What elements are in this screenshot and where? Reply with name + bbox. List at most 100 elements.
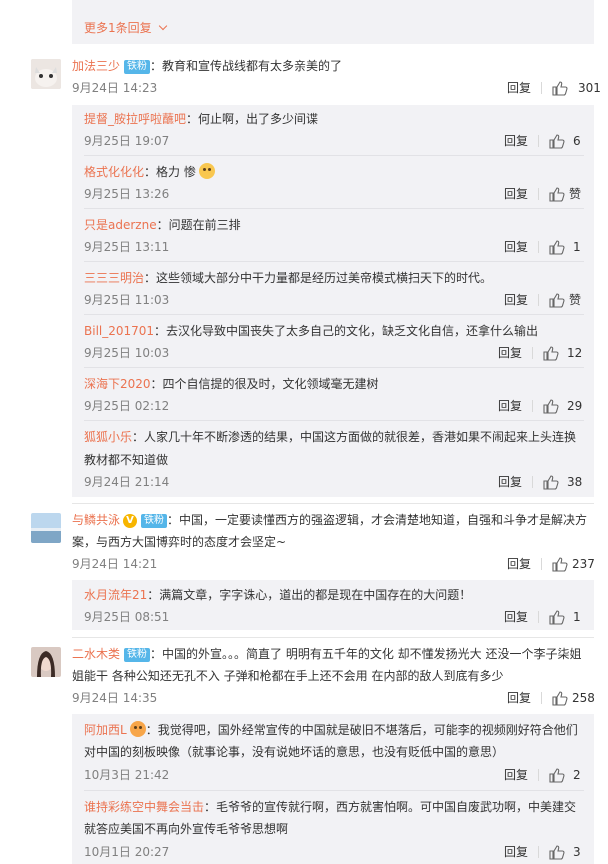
divider — [538, 294, 539, 306]
divider — [84, 155, 584, 156]
reply-line: 水月流年21：满篇文章，字字诛心，道出的都是现在中国存在的大问题！ — [84, 584, 471, 606]
fan-badge: 铁粉 — [124, 60, 151, 74]
divider — [84, 367, 584, 368]
reply-line: 阿加西L ：我觉得吧，国外经常宣传的中国就是破旧不堪落后，可能李的视频刚好符合他们 — [84, 719, 578, 741]
reply-text-continued: 教材都不知道做 — [84, 453, 169, 467]
reply-text: ：这些领域大部分中干力量都是经历过美帝模式横扫天下的时代。 — [144, 271, 493, 285]
divider — [541, 692, 542, 704]
username-link[interactable]: 狐狐小乐 — [84, 430, 132, 444]
reply-time: 9月25日 11:03 — [84, 293, 170, 307]
thumbs-up-icon — [549, 293, 565, 308]
thumbs-up-icon — [549, 768, 565, 783]
thumbs-up-icon — [552, 81, 568, 96]
like-button[interactable]: 1 — [549, 239, 583, 255]
username-link[interactable]: 阿加西L — [84, 723, 127, 737]
username-link[interactable]: 二水木类 — [72, 647, 120, 661]
like-button[interactable]: 301 — [552, 80, 601, 96]
blush-emoji-icon — [129, 721, 146, 737]
divider — [541, 82, 542, 94]
comment-text-continued: 姐能干 各种公知还无孔不入 子弹和枪都在手上还不会用 在内部的敌人到底有多少 — [72, 669, 504, 683]
like-button[interactable]: 258 — [552, 690, 596, 706]
username-link[interactable]: 三三三明治 — [84, 271, 144, 285]
like-button[interactable]: 3 — [549, 844, 583, 860]
divider — [72, 637, 594, 638]
username-link[interactable]: 提督_胺拉呼啦蘸吧 — [84, 112, 186, 126]
divider — [84, 790, 584, 791]
username-link[interactable]: 加法三少 — [72, 59, 120, 73]
like-button[interactable]: 赞 — [549, 186, 583, 202]
like-button[interactable]: 6 — [549, 133, 583, 149]
username-link[interactable]: Bill_201701 — [84, 324, 154, 338]
avatar[interactable] — [31, 513, 61, 543]
reply-button[interactable]: 回复 — [504, 844, 528, 860]
reply-button[interactable]: 回复 — [507, 80, 531, 96]
reply-button[interactable]: 回复 — [507, 690, 531, 706]
reply-text: ：我觉得吧，国外经常宣传的中国就是破旧不堪落后，可能李的视频刚好符合他们 — [145, 723, 578, 737]
comment-line: 加法三少 铁粉 ：教育和宣传战线都有太多亲美的了 — [72, 55, 342, 77]
avatar[interactable] — [31, 647, 61, 677]
divider — [84, 314, 584, 315]
divider — [541, 558, 542, 570]
reply-button[interactable]: 回复 — [498, 345, 522, 361]
like-button[interactable]: 1 — [549, 609, 583, 625]
comment-time: 9月24日 14:23 — [72, 81, 158, 95]
thumbs-up-icon — [549, 845, 565, 860]
reply-text-continued: 对中国的刻板映像（就事论事，没有说她坏话的意思，也没有贬低中国的意思） — [84, 745, 505, 759]
comment-time: 9月24日 14:35 — [72, 691, 158, 705]
reply-button[interactable]: 回复 — [504, 292, 528, 308]
username-link[interactable]: 水月流年21 — [84, 588, 147, 602]
thumbs-up-icon — [543, 475, 559, 490]
reply-button[interactable]: 回复 — [504, 133, 528, 149]
divider — [84, 261, 584, 262]
username-link[interactable]: 深海下2020 — [84, 377, 151, 391]
reply-button[interactable]: 回复 — [504, 767, 528, 783]
avatar[interactable] — [31, 59, 61, 89]
like-button[interactable]: 12 — [543, 345, 583, 361]
more-replies-link[interactable]: 更多1条回复 — [84, 19, 167, 36]
chevron-down-icon — [158, 21, 167, 31]
comment-text: ：教育和宣传战线都有太多亲美的了 — [150, 59, 343, 73]
reply-line: Bill_201701：去汉化导致中国丧失了太多自己的文化，缺乏文化自信，还拿什… — [84, 320, 538, 342]
reply-text: ：何止啊，出了多少间谍 — [186, 112, 319, 126]
reply-button[interactable]: 回复 — [504, 186, 528, 202]
thumbs-up-icon — [549, 610, 565, 625]
reply-button[interactable]: 回复 — [504, 239, 528, 255]
comment-text: ：中国，一定要读懂西方的强盗逻辑，才会清楚地知道，自强和斗争才是解决方 — [167, 513, 588, 527]
reply-time: 10月3日 21:42 — [84, 768, 170, 782]
fan-badge: 铁粉 — [141, 514, 168, 528]
username-link[interactable]: 只是aderzne — [84, 218, 157, 232]
thumbs-up-icon — [549, 187, 565, 202]
reply-time: 9月24日 21:14 — [84, 475, 170, 489]
thumbs-up-icon — [549, 240, 565, 255]
reply-time: 9月25日 13:11 — [84, 240, 170, 254]
reply-line: 深海下2020：四个自信提的很及时，文化领域毫无建树 — [84, 373, 379, 395]
reply-time: 9月25日 08:51 — [84, 610, 170, 624]
reply-text-continued: 就答应美国不再向外宣传毛爷爷思想啊 — [84, 822, 289, 836]
reply-line: 三三三明治：这些领域大部分中干力量都是经历过美帝模式横扫天下的时代。 — [84, 267, 492, 289]
like-button[interactable]: 38 — [543, 474, 583, 490]
divider — [532, 347, 533, 359]
username-link[interactable]: 与鳞共泳 — [72, 513, 120, 527]
reply-button[interactable]: 回复 — [507, 556, 531, 572]
comment-line: 二水木类 铁粉 ：中国的外宣。。。简直了 明明有五千年的文化 却不懂发扬光大 还没一… — [72, 643, 581, 665]
divider — [538, 135, 539, 147]
reply-text: ：四个自信提的很及时，文化领域毫无建树 — [150, 377, 379, 391]
reply-button[interactable]: 回复 — [504, 609, 528, 625]
like-button[interactable]: 29 — [543, 398, 583, 414]
reply-button[interactable]: 回复 — [498, 398, 522, 414]
divider — [532, 400, 533, 412]
like-button[interactable]: 赞 — [549, 292, 583, 308]
username-link[interactable]: 谁持彩练空中舞会当击 — [84, 800, 204, 814]
like-button[interactable]: 237 — [552, 556, 596, 572]
thumbs-up-icon — [543, 346, 559, 361]
username-link[interactable]: 格式化化化 — [84, 165, 144, 179]
like-button[interactable]: 2 — [549, 767, 583, 783]
reply-time: 10月1日 20:27 — [84, 845, 170, 859]
comment-time: 9月24日 14:21 — [72, 557, 158, 571]
reply-line: 狐狐小乐：人家几十年不断渗透的结果，中国这方面做的就很差，香港如果不闹起来上头连… — [84, 426, 576, 448]
divider — [84, 420, 584, 421]
divider — [538, 241, 539, 253]
reply-button[interactable]: 回复 — [498, 474, 522, 490]
comment-thread: 更多1条回复 加法三少 铁粉 ：教育和宣传战线都有太多亲美的了 9月24日 14:2… — [0, 0, 608, 864]
reply-text: ：人家几十年不断渗透的结果，中国这方面做的就很差，香港如果不闹起来上头连换 — [132, 430, 577, 444]
